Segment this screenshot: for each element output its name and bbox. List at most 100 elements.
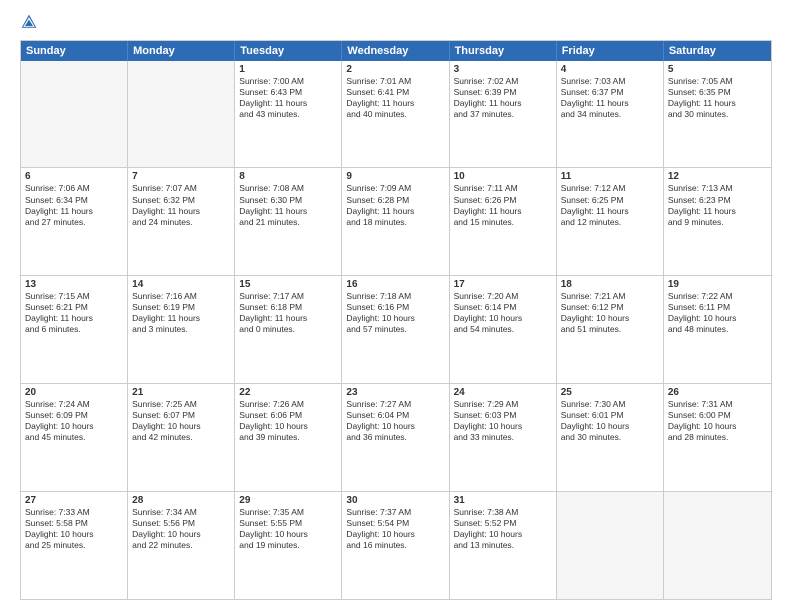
- day-number: 22: [239, 387, 337, 398]
- day-number: 21: [132, 387, 230, 398]
- cell-info: Sunrise: 7:26 AM Sunset: 6:06 PM Dayligh…: [239, 399, 337, 443]
- cell-info: Sunrise: 7:35 AM Sunset: 5:55 PM Dayligh…: [239, 507, 337, 551]
- weekday-header: Friday: [557, 41, 664, 61]
- calendar-cell: 28Sunrise: 7:34 AM Sunset: 5:56 PM Dayli…: [128, 492, 235, 599]
- weekday-header: Saturday: [664, 41, 771, 61]
- calendar-row: 20Sunrise: 7:24 AM Sunset: 6:09 PM Dayli…: [21, 383, 771, 491]
- calendar-cell: [21, 61, 128, 168]
- calendar-cell: 5Sunrise: 7:05 AM Sunset: 6:35 PM Daylig…: [664, 61, 771, 168]
- day-number: 28: [132, 495, 230, 506]
- cell-info: Sunrise: 7:31 AM Sunset: 6:00 PM Dayligh…: [668, 399, 767, 443]
- cell-info: Sunrise: 7:25 AM Sunset: 6:07 PM Dayligh…: [132, 399, 230, 443]
- calendar-cell: 24Sunrise: 7:29 AM Sunset: 6:03 PM Dayli…: [450, 384, 557, 491]
- day-number: 14: [132, 279, 230, 290]
- calendar-cell: 9Sunrise: 7:09 AM Sunset: 6:28 PM Daylig…: [342, 168, 449, 275]
- calendar-cell: 6Sunrise: 7:06 AM Sunset: 6:34 PM Daylig…: [21, 168, 128, 275]
- calendar-cell: 22Sunrise: 7:26 AM Sunset: 6:06 PM Dayli…: [235, 384, 342, 491]
- calendar-cell: 1Sunrise: 7:00 AM Sunset: 6:43 PM Daylig…: [235, 61, 342, 168]
- cell-info: Sunrise: 7:05 AM Sunset: 6:35 PM Dayligh…: [668, 76, 767, 120]
- weekday-header: Thursday: [450, 41, 557, 61]
- calendar-cell: 26Sunrise: 7:31 AM Sunset: 6:00 PM Dayli…: [664, 384, 771, 491]
- cell-info: Sunrise: 7:38 AM Sunset: 5:52 PM Dayligh…: [454, 507, 552, 551]
- day-number: 27: [25, 495, 123, 506]
- weekday-header: Wednesday: [342, 41, 449, 61]
- cell-info: Sunrise: 7:17 AM Sunset: 6:18 PM Dayligh…: [239, 291, 337, 335]
- cell-info: Sunrise: 7:27 AM Sunset: 6:04 PM Dayligh…: [346, 399, 444, 443]
- calendar-cell: 12Sunrise: 7:13 AM Sunset: 6:23 PM Dayli…: [664, 168, 771, 275]
- calendar-cell: 19Sunrise: 7:22 AM Sunset: 6:11 PM Dayli…: [664, 276, 771, 383]
- cell-info: Sunrise: 7:18 AM Sunset: 6:16 PM Dayligh…: [346, 291, 444, 335]
- calendar-cell: 11Sunrise: 7:12 AM Sunset: 6:25 PM Dayli…: [557, 168, 664, 275]
- calendar-cell: 13Sunrise: 7:15 AM Sunset: 6:21 PM Dayli…: [21, 276, 128, 383]
- cell-info: Sunrise: 7:00 AM Sunset: 6:43 PM Dayligh…: [239, 76, 337, 120]
- calendar-cell: 20Sunrise: 7:24 AM Sunset: 6:09 PM Dayli…: [21, 384, 128, 491]
- day-number: 9: [346, 171, 444, 182]
- cell-info: Sunrise: 7:02 AM Sunset: 6:39 PM Dayligh…: [454, 76, 552, 120]
- day-number: 29: [239, 495, 337, 506]
- weekday-header: Monday: [128, 41, 235, 61]
- day-number: 3: [454, 64, 552, 75]
- day-number: 23: [346, 387, 444, 398]
- cell-info: Sunrise: 7:20 AM Sunset: 6:14 PM Dayligh…: [454, 291, 552, 335]
- day-number: 7: [132, 171, 230, 182]
- day-number: 19: [668, 279, 767, 290]
- cell-info: Sunrise: 7:24 AM Sunset: 6:09 PM Dayligh…: [25, 399, 123, 443]
- day-number: 10: [454, 171, 552, 182]
- cell-info: Sunrise: 7:03 AM Sunset: 6:37 PM Dayligh…: [561, 76, 659, 120]
- page-header: [20, 16, 772, 32]
- calendar-cell: 14Sunrise: 7:16 AM Sunset: 6:19 PM Dayli…: [128, 276, 235, 383]
- day-number: 5: [668, 64, 767, 75]
- day-number: 1: [239, 64, 337, 75]
- calendar-cell: 21Sunrise: 7:25 AM Sunset: 6:07 PM Dayli…: [128, 384, 235, 491]
- calendar-row: 13Sunrise: 7:15 AM Sunset: 6:21 PM Dayli…: [21, 275, 771, 383]
- cell-info: Sunrise: 7:33 AM Sunset: 5:58 PM Dayligh…: [25, 507, 123, 551]
- calendar-row: 6Sunrise: 7:06 AM Sunset: 6:34 PM Daylig…: [21, 167, 771, 275]
- calendar: SundayMondayTuesdayWednesdayThursdayFrid…: [20, 40, 772, 600]
- calendar-cell: 3Sunrise: 7:02 AM Sunset: 6:39 PM Daylig…: [450, 61, 557, 168]
- calendar-cell: 16Sunrise: 7:18 AM Sunset: 6:16 PM Dayli…: [342, 276, 449, 383]
- cell-info: Sunrise: 7:16 AM Sunset: 6:19 PM Dayligh…: [132, 291, 230, 335]
- cell-info: Sunrise: 7:06 AM Sunset: 6:34 PM Dayligh…: [25, 183, 123, 227]
- cell-info: Sunrise: 7:30 AM Sunset: 6:01 PM Dayligh…: [561, 399, 659, 443]
- day-number: 16: [346, 279, 444, 290]
- day-number: 6: [25, 171, 123, 182]
- calendar-cell: [557, 492, 664, 599]
- logo-icon: [20, 13, 38, 31]
- day-number: 24: [454, 387, 552, 398]
- cell-info: Sunrise: 7:29 AM Sunset: 6:03 PM Dayligh…: [454, 399, 552, 443]
- calendar-row: 1Sunrise: 7:00 AM Sunset: 6:43 PM Daylig…: [21, 61, 771, 168]
- calendar-cell: [664, 492, 771, 599]
- day-number: 8: [239, 171, 337, 182]
- day-number: 11: [561, 171, 659, 182]
- calendar-page: SundayMondayTuesdayWednesdayThursdayFrid…: [0, 0, 792, 612]
- calendar-cell: 10Sunrise: 7:11 AM Sunset: 6:26 PM Dayli…: [450, 168, 557, 275]
- calendar-cell: [128, 61, 235, 168]
- calendar-cell: 2Sunrise: 7:01 AM Sunset: 6:41 PM Daylig…: [342, 61, 449, 168]
- logo: [20, 16, 40, 32]
- day-number: 31: [454, 495, 552, 506]
- calendar-body: 1Sunrise: 7:00 AM Sunset: 6:43 PM Daylig…: [21, 61, 771, 599]
- cell-info: Sunrise: 7:11 AM Sunset: 6:26 PM Dayligh…: [454, 183, 552, 227]
- calendar-cell: 7Sunrise: 7:07 AM Sunset: 6:32 PM Daylig…: [128, 168, 235, 275]
- day-number: 12: [668, 171, 767, 182]
- calendar-cell: 18Sunrise: 7:21 AM Sunset: 6:12 PM Dayli…: [557, 276, 664, 383]
- calendar-cell: 23Sunrise: 7:27 AM Sunset: 6:04 PM Dayli…: [342, 384, 449, 491]
- cell-info: Sunrise: 7:21 AM Sunset: 6:12 PM Dayligh…: [561, 291, 659, 335]
- day-number: 26: [668, 387, 767, 398]
- cell-info: Sunrise: 7:37 AM Sunset: 5:54 PM Dayligh…: [346, 507, 444, 551]
- day-number: 15: [239, 279, 337, 290]
- calendar-header: SundayMondayTuesdayWednesdayThursdayFrid…: [21, 41, 771, 61]
- cell-info: Sunrise: 7:13 AM Sunset: 6:23 PM Dayligh…: [668, 183, 767, 227]
- calendar-cell: 29Sunrise: 7:35 AM Sunset: 5:55 PM Dayli…: [235, 492, 342, 599]
- weekday-header: Tuesday: [235, 41, 342, 61]
- cell-info: Sunrise: 7:09 AM Sunset: 6:28 PM Dayligh…: [346, 183, 444, 227]
- weekday-header: Sunday: [21, 41, 128, 61]
- calendar-cell: 17Sunrise: 7:20 AM Sunset: 6:14 PM Dayli…: [450, 276, 557, 383]
- cell-info: Sunrise: 7:07 AM Sunset: 6:32 PM Dayligh…: [132, 183, 230, 227]
- day-number: 4: [561, 64, 659, 75]
- day-number: 30: [346, 495, 444, 506]
- cell-info: Sunrise: 7:34 AM Sunset: 5:56 PM Dayligh…: [132, 507, 230, 551]
- day-number: 17: [454, 279, 552, 290]
- cell-info: Sunrise: 7:22 AM Sunset: 6:11 PM Dayligh…: [668, 291, 767, 335]
- calendar-cell: 15Sunrise: 7:17 AM Sunset: 6:18 PM Dayli…: [235, 276, 342, 383]
